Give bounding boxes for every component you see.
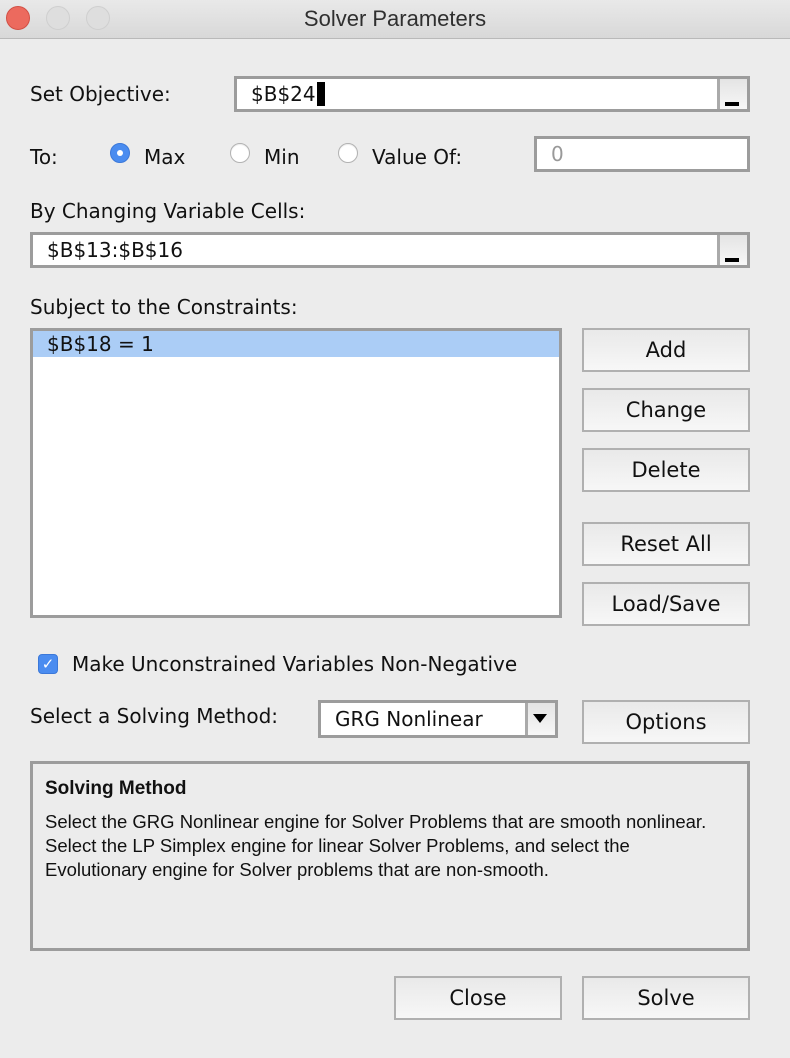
checkmark-icon: ✓ [41,655,55,673]
text-cursor [316,82,325,106]
radio-value-of[interactable] [338,143,358,163]
radio-min-label[interactable]: Min [264,145,300,169]
solve-button[interactable]: Solve [582,976,750,1020]
options-button[interactable]: Options [582,700,750,744]
objective-value: $B$24 [251,82,316,106]
solving-method-select[interactable]: GRG Nonlinear [318,700,558,738]
constraints-label: Subject to the Constraints: [30,295,298,319]
add-button[interactable]: Add [582,328,750,372]
set-objective-label: Set Objective: [30,82,171,106]
objective-range-selector-button[interactable] [717,79,747,109]
close-button[interactable]: Close [394,976,562,1020]
radio-max-label[interactable]: Max [144,145,185,169]
title-bar: Solver Parameters [0,0,790,39]
radio-min[interactable] [230,143,250,163]
non-negative-checkbox[interactable]: ✓ [38,654,58,674]
solving-method-value: GRG Nonlinear [335,707,483,731]
variable-cells-value: $B$13:$B$16 [47,238,183,262]
collapse-icon [725,258,739,262]
value-of-input[interactable]: 0 [534,136,750,172]
dropdown-arrow-icon[interactable] [525,703,555,735]
description-title: Solving Method [45,778,187,799]
constraints-list[interactable]: $B$18 = 1 [30,328,562,618]
description-body: Select the GRG Nonlinear engine for Solv… [45,811,707,880]
solving-method-label: Select a Solving Method: [30,704,279,728]
variable-cells-input[interactable]: $B$13:$B$16 [30,232,750,268]
window-title: Solver Parameters [303,6,487,31]
value-of-value: 0 [551,142,564,166]
variable-cells-range-selector-button[interactable] [717,235,747,265]
radio-max[interactable] [110,143,130,163]
load-save-button[interactable]: Load/Save [582,582,750,626]
non-negative-label[interactable]: Make Unconstrained Variables Non-Negativ… [72,652,517,676]
change-button[interactable]: Change [582,388,750,432]
objective-input[interactable]: $B$24 [234,76,750,112]
variable-cells-label: By Changing Variable Cells: [30,199,306,223]
constraint-item[interactable]: $B$18 = 1 [33,331,559,357]
collapse-icon [725,102,739,106]
radio-value-of-label[interactable]: Value Of: [372,145,462,169]
solving-method-description: Solving Method Select the GRG Nonlinear … [30,761,750,951]
to-label: To: [30,145,58,169]
delete-button[interactable]: Delete [582,448,750,492]
reset-all-button[interactable]: Reset All [582,522,750,566]
